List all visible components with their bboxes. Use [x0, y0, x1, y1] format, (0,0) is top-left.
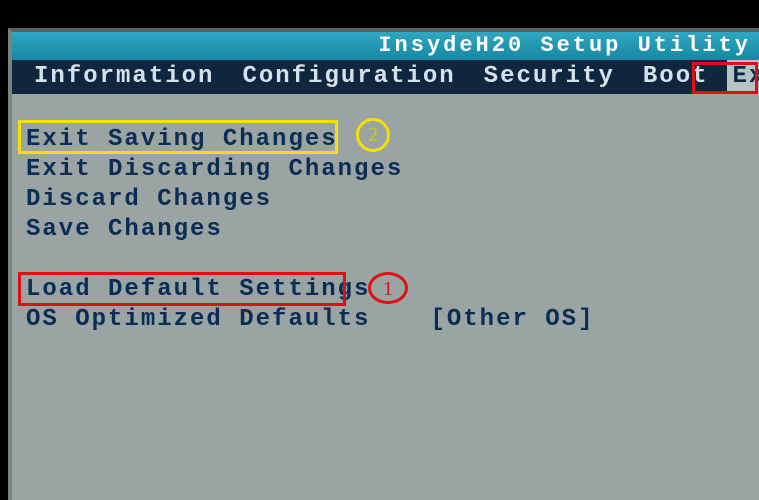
menu-item-value: [Other OS]: [430, 306, 594, 333]
menu-os-optimized-defaults[interactable]: OS Optimized Defaults [Other OS]: [12, 304, 759, 334]
spacer: [12, 244, 759, 274]
menu-exit-saving-changes[interactable]: Exit Saving Changes: [12, 124, 759, 154]
menu-bar: Information Configuration Security Boot …: [12, 60, 759, 94]
tab-boot[interactable]: Boot: [629, 60, 723, 94]
menu-item-label: Save Changes: [26, 216, 223, 243]
tab-configuration[interactable]: Configuration: [228, 60, 469, 94]
menu-discard-changes[interactable]: Discard Changes: [12, 184, 759, 214]
menu-item-label: Load Default Settings: [26, 276, 370, 303]
tab-exit[interactable]: Exit: [727, 60, 759, 94]
menu-save-changes[interactable]: Save Changes: [12, 214, 759, 244]
tab-security[interactable]: Security: [470, 60, 629, 94]
menu-exit-discarding-changes[interactable]: Exit Discarding Changes: [12, 154, 759, 184]
title-bar: InsydeH20 Setup Utility: [12, 32, 759, 60]
menu-item-label: Exit Discarding Changes: [26, 156, 403, 183]
exit-menu-content: Exit Saving Changes Exit Discarding Chan…: [12, 94, 759, 334]
bios-screen: InsydeH20 Setup Utility Information Conf…: [8, 28, 759, 500]
menu-load-default-settings[interactable]: Load Default Settings: [12, 274, 759, 304]
menu-item-label: Discard Changes: [26, 186, 272, 213]
utility-title: InsydeH20 Setup Utility: [378, 33, 751, 58]
menu-item-label: OS Optimized Defaults: [26, 306, 370, 333]
tab-information[interactable]: Information: [20, 60, 228, 94]
menu-item-label: Exit Saving Changes: [26, 126, 338, 153]
